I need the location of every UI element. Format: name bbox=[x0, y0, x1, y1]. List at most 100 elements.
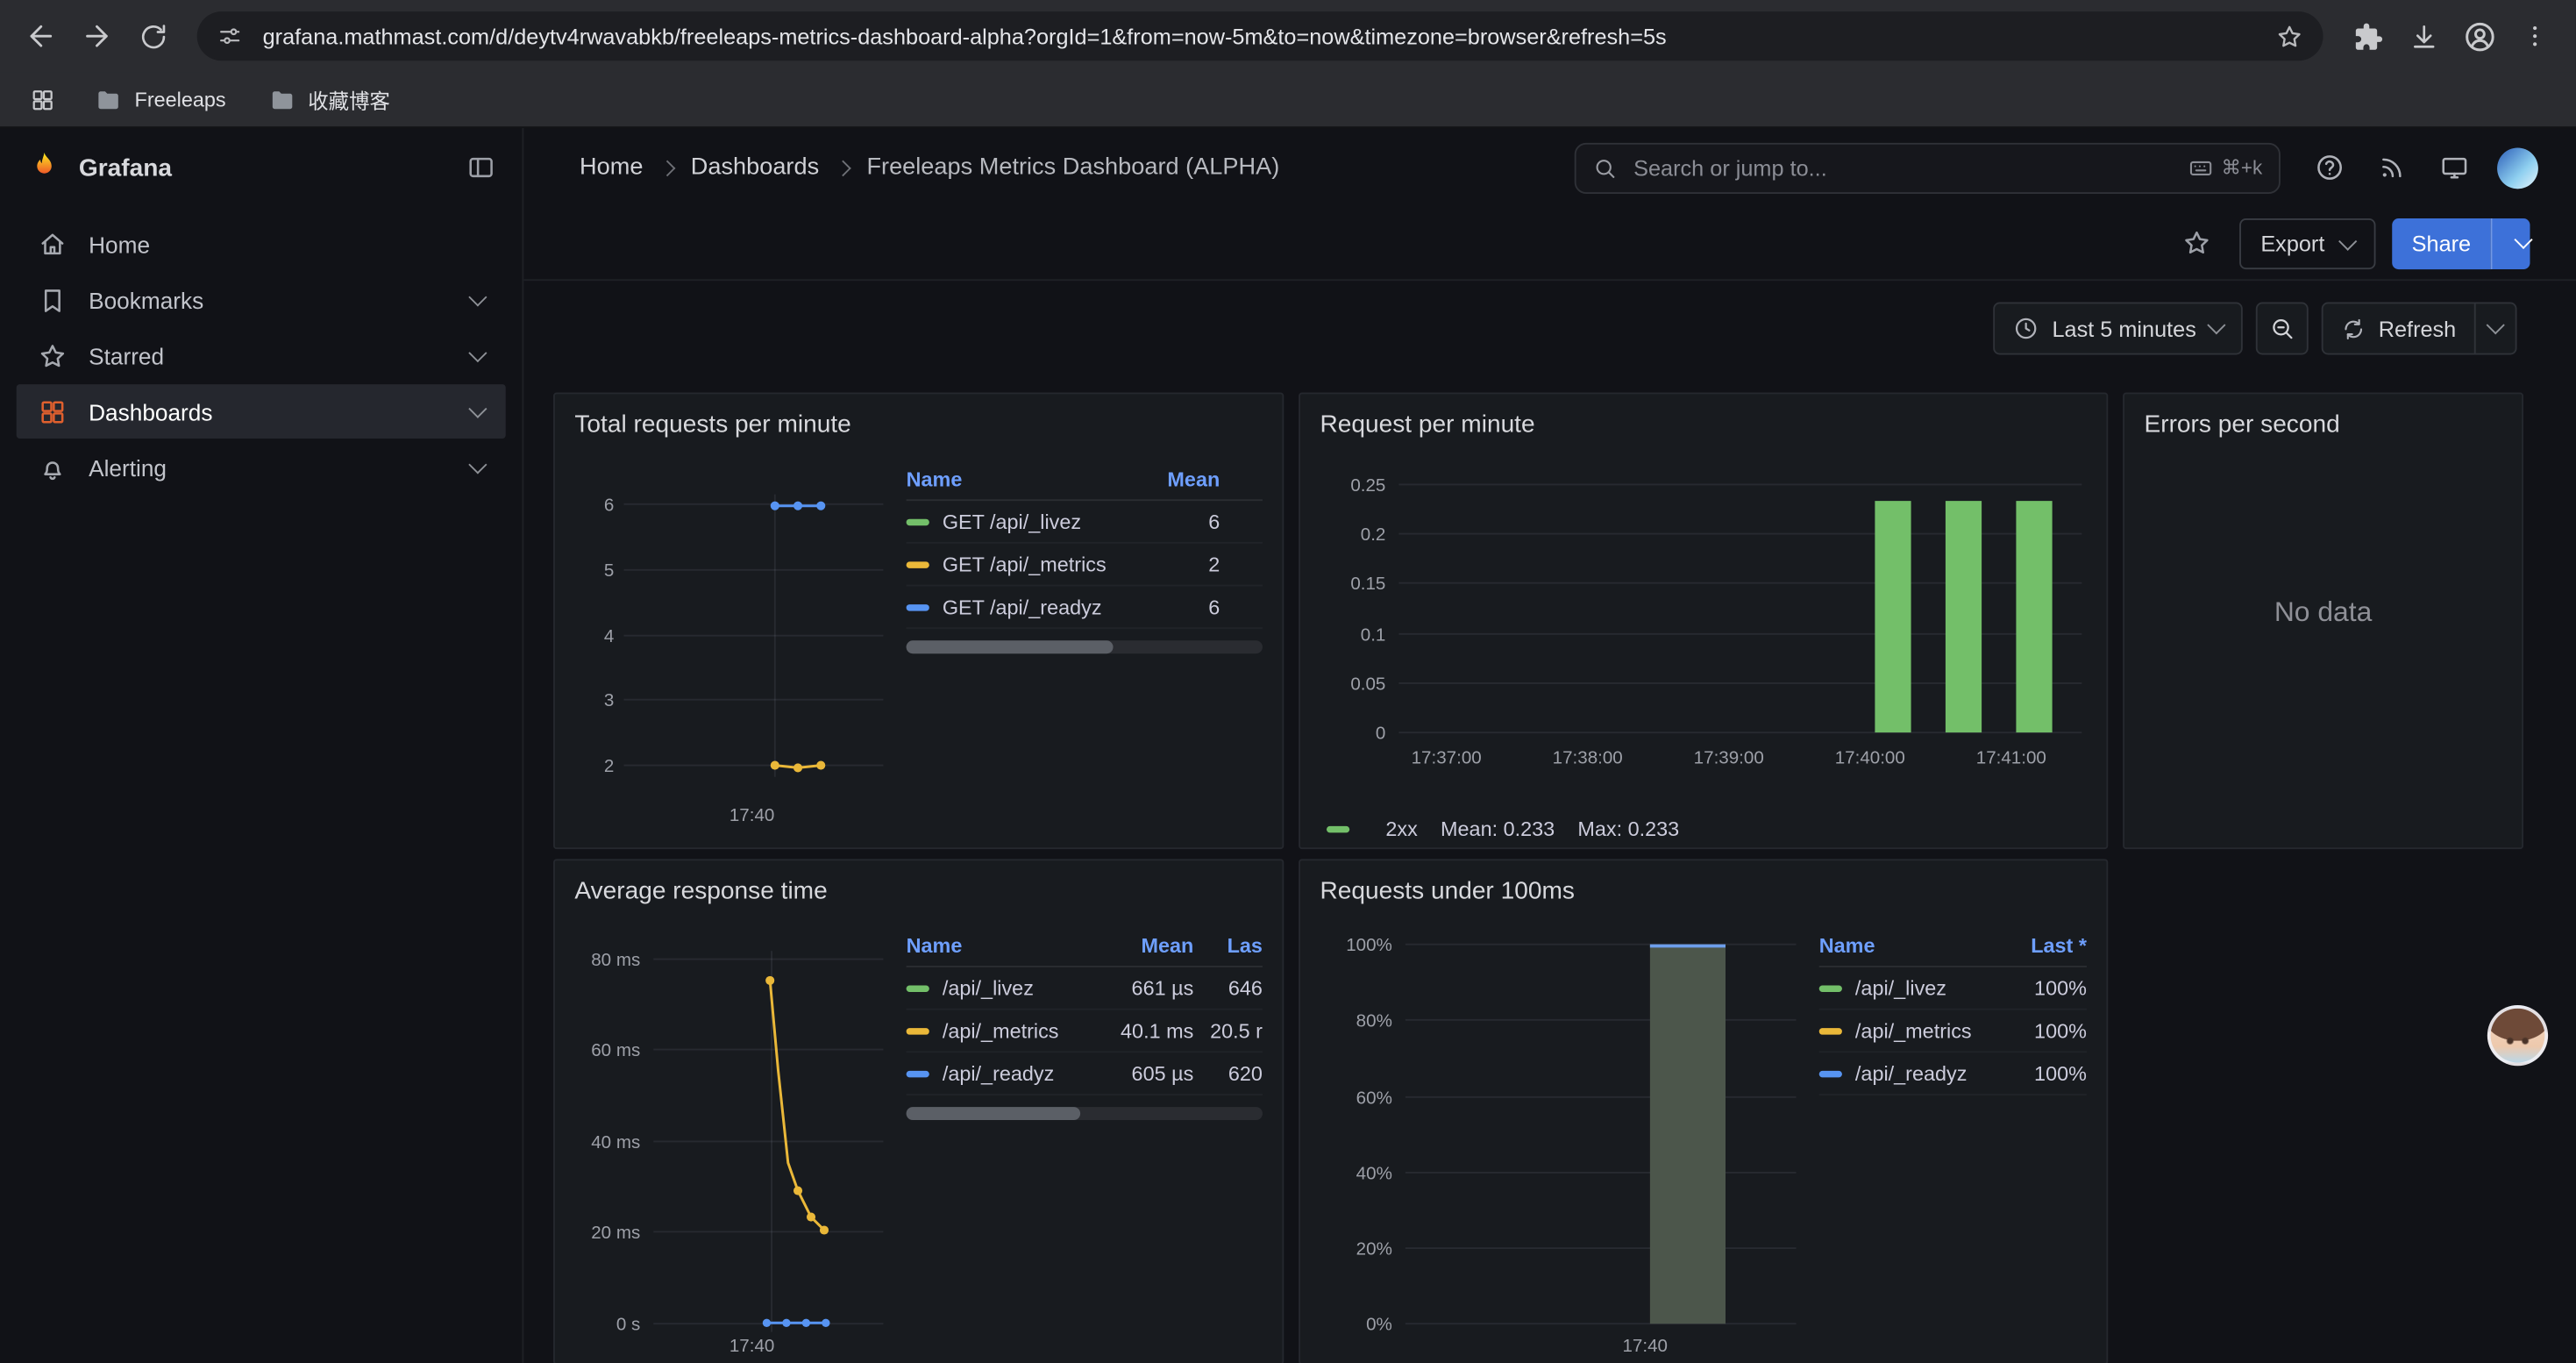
bookmark-item[interactable]: 收藏博客 bbox=[255, 79, 403, 120]
legend-scrollbar[interactable] bbox=[907, 640, 1263, 653]
share-button[interactable]: Share bbox=[2392, 218, 2490, 268]
legend-header-last[interactable]: Last * bbox=[1995, 934, 2087, 957]
legend-row[interactable]: /api/_livez 100% bbox=[1819, 967, 2087, 1010]
sidebar-item-home[interactable]: Home bbox=[17, 217, 506, 271]
scrollbar-thumb[interactable] bbox=[907, 640, 1114, 653]
sidebar-item-label: Home bbox=[89, 231, 150, 257]
legend-header-mean[interactable]: Mean bbox=[1144, 468, 1220, 491]
browser-menu-button[interactable] bbox=[2507, 8, 2563, 64]
series-name: GET /api/_readyz bbox=[943, 596, 1144, 618]
avg-response-chart[interactable]: 80 ms 60 ms 40 ms 20 ms 0 s 17:40 bbox=[574, 915, 890, 1355]
sidebar-item-dashboards[interactable]: Dashboards bbox=[17, 384, 506, 439]
url-bar[interactable] bbox=[197, 11, 2323, 61]
refresh-interval-button[interactable] bbox=[2474, 303, 2517, 355]
extensions-button[interactable] bbox=[2339, 8, 2395, 64]
floating-assistant-avatar[interactable] bbox=[2487, 1005, 2548, 1066]
news-button[interactable] bbox=[2366, 141, 2418, 194]
panel-title[interactable]: Errors per second bbox=[2144, 404, 2501, 449]
x-tick: 17:37:00 bbox=[1412, 748, 1482, 768]
star-icon bbox=[38, 341, 68, 371]
back-arrow-icon bbox=[25, 19, 57, 52]
sidebar-collapse-button[interactable] bbox=[466, 153, 496, 182]
legend-row[interactable]: GET /api/_livez 6 bbox=[907, 501, 1263, 544]
chevron-down-icon[interactable] bbox=[468, 343, 487, 361]
share-menu-button[interactable] bbox=[2491, 218, 2530, 268]
panel-title[interactable]: Total requests per minute bbox=[574, 404, 1263, 449]
y-tick: 60% bbox=[1356, 1088, 1392, 1108]
kiosk-mode-button[interactable] bbox=[2428, 141, 2480, 194]
bookmarks-bar: Freeleaps 收藏博客 bbox=[0, 72, 2576, 128]
legend-row[interactable]: /api/_metrics 40.1 ms 20.5 r bbox=[907, 1010, 1263, 1053]
panel-title[interactable]: Request per minute bbox=[1320, 404, 2086, 449]
breadcrumb-home[interactable]: Home bbox=[580, 154, 643, 181]
legend-row[interactable]: /api/_readyz 605 µs 620 bbox=[907, 1053, 1263, 1095]
legend-header-name[interactable]: Name bbox=[907, 934, 1099, 957]
sidebar-item-bookmarks[interactable]: Bookmarks bbox=[17, 273, 506, 327]
panel-title[interactable]: Requests under 100ms bbox=[1320, 870, 2086, 915]
site-settings-icon[interactable] bbox=[217, 23, 243, 49]
legend-scrollbar[interactable] bbox=[907, 1107, 1263, 1120]
search-input[interactable] bbox=[1630, 153, 2175, 182]
breadcrumb-dashboards[interactable]: Dashboards bbox=[691, 154, 819, 181]
sidebar-header: Grafana bbox=[0, 128, 522, 207]
chevron-down-icon[interactable] bbox=[468, 287, 487, 305]
profile-button[interactable] bbox=[2451, 8, 2508, 64]
series-color-green bbox=[907, 518, 929, 525]
apps-grid-button[interactable] bbox=[19, 76, 65, 122]
legend-row[interactable]: GET /api/_metrics 2 bbox=[907, 544, 1263, 587]
legend-header-mean[interactable]: Mean bbox=[1099, 934, 1194, 957]
y-tick: 3 bbox=[604, 690, 614, 710]
chevron-down-icon[interactable] bbox=[468, 454, 487, 473]
legend-header-name[interactable]: Name bbox=[1819, 934, 1995, 957]
user-avatar-button[interactable] bbox=[2491, 141, 2544, 194]
bookmark-star-icon[interactable] bbox=[2275, 22, 2303, 50]
panel-title[interactable]: Average response time bbox=[574, 870, 1263, 915]
zoom-out-button[interactable] bbox=[2255, 303, 2308, 355]
grafana-logo[interactable] bbox=[26, 149, 62, 185]
x-tick: 17:40:00 bbox=[1835, 748, 1905, 768]
forward-button[interactable] bbox=[69, 8, 125, 64]
chevron-down-icon bbox=[2338, 232, 2357, 250]
legend-row[interactable]: /api/_readyz 100% bbox=[1819, 1053, 2087, 1095]
url-input[interactable] bbox=[260, 22, 2259, 50]
request-per-minute-chart[interactable]: 0.25 0.2 0.15 0.1 0.05 0 17:37:00 17:38:… bbox=[1320, 448, 2088, 774]
help-button[interactable] bbox=[2303, 141, 2356, 194]
legend-row[interactable]: GET /api/_readyz 6 bbox=[907, 586, 1263, 629]
scrollbar-thumb[interactable] bbox=[907, 1107, 1081, 1120]
favorite-dashboard-button[interactable] bbox=[2170, 217, 2223, 269]
series-name[interactable]: 2xx bbox=[1385, 818, 1417, 841]
chevron-down-icon[interactable] bbox=[468, 399, 487, 417]
downloads-button[interactable] bbox=[2395, 8, 2451, 64]
series-mean: 661 µs bbox=[1099, 976, 1194, 999]
zoom-out-icon bbox=[2268, 316, 2295, 342]
y-tick: 80% bbox=[1356, 1010, 1392, 1031]
folder-icon bbox=[268, 86, 295, 112]
app-header: Home Dashboards Freeleaps Metrics Dashbo… bbox=[523, 128, 2576, 207]
refresh-button[interactable]: Refresh bbox=[2321, 303, 2476, 355]
total-requests-chart[interactable]: 6 5 4 3 2 17:40 bbox=[574, 448, 890, 829]
bookmark-item[interactable]: Freeleaps bbox=[82, 82, 239, 118]
panel-request-per-minute: Request per minute 0.25 0.2 0.15 bbox=[1299, 393, 2108, 850]
requests-under-100ms-chart[interactable]: 100% 80% 60% 40% 20% 0% 17:40 bbox=[1320, 915, 1803, 1355]
sidebar-nav: Home Bookmarks Starred bbox=[0, 207, 522, 504]
series-name: /api/_livez bbox=[1855, 976, 1995, 999]
apps-grid-icon bbox=[30, 86, 56, 112]
reload-button[interactable] bbox=[125, 8, 181, 64]
brand-name: Grafana bbox=[79, 153, 450, 182]
legend-header-last[interactable]: Las bbox=[1193, 934, 1263, 957]
search-box[interactable]: ⌘+k bbox=[1575, 142, 2281, 193]
time-range-picker[interactable]: Last 5 minutes bbox=[1993, 303, 2242, 355]
legend-header-name[interactable]: Name bbox=[907, 468, 1145, 491]
back-button[interactable] bbox=[13, 8, 69, 64]
clock-icon bbox=[2013, 316, 2039, 342]
export-button[interactable]: Export bbox=[2239, 218, 2375, 268]
chevron-right-icon bbox=[658, 160, 675, 176]
series-mean: 2 bbox=[1144, 553, 1220, 575]
sidebar-item-starred[interactable]: Starred bbox=[17, 329, 506, 383]
legend-row[interactable]: /api/_livez 661 µs 646 bbox=[907, 967, 1263, 1010]
panel-requests-under-100ms: Requests under 100ms 100% 80 bbox=[1299, 859, 2108, 1363]
keyboard-icon bbox=[2188, 155, 2213, 180]
legend-row[interactable]: /api/_metrics 100% bbox=[1819, 1010, 2087, 1053]
series-last: 100% bbox=[1995, 1019, 2087, 1042]
sidebar-item-alerting[interactable]: Alerting bbox=[17, 440, 506, 495]
